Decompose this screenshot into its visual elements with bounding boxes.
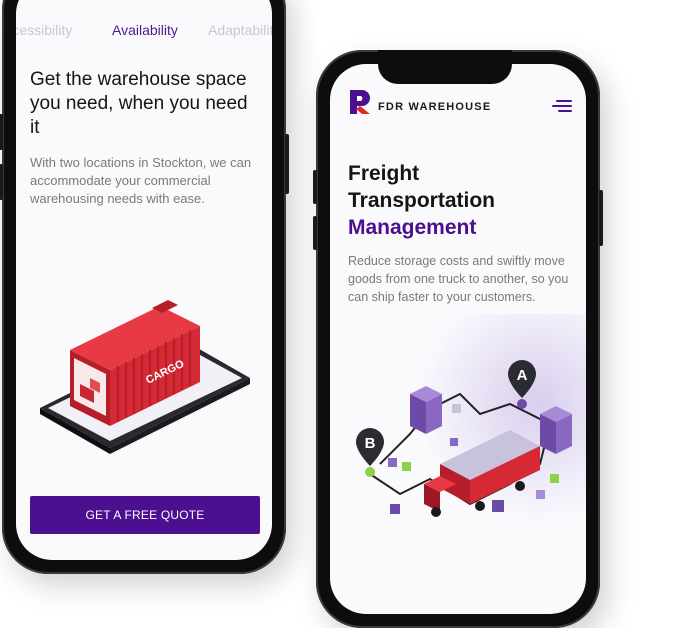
power-button <box>285 134 289 194</box>
tab-adaptability[interactable]: Adaptability <box>208 22 272 38</box>
power-button-right <box>599 190 603 246</box>
tab-availability[interactable]: Availability <box>112 22 178 38</box>
right-body-text: Reduce storage costs and swiftly move go… <box>348 254 569 304</box>
cargo-container-illustration: CARGO <box>40 300 250 454</box>
box-icon <box>550 474 559 483</box>
phone-left: Accessibility Availability Adaptability … <box>0 0 289 574</box>
warehouse-icon <box>410 386 442 434</box>
right-screen: FDR WAREHOUSE Freight Transportation Man… <box>330 64 586 614</box>
box-icon <box>390 504 400 514</box>
pin-a-icon: A <box>508 360 536 409</box>
box-icon <box>450 438 458 446</box>
warehouse-icon <box>540 406 572 454</box>
left-screen: Accessibility Availability Adaptability … <box>16 0 272 560</box>
volume-up-button <box>0 114 3 150</box>
right-notch <box>378 50 512 84</box>
left-body-text: With two locations in Stockton, we can a… <box>30 155 252 206</box>
volume-up-button-right <box>313 170 317 204</box>
phone-right: FDR WAREHOUSE Freight Transportation Man… <box>313 50 603 628</box>
box-icon <box>452 404 461 413</box>
heading-accent: Management <box>348 216 477 239</box>
heading-line-2: Transportation <box>348 189 496 212</box>
brand-name[interactable]: FDR WAREHOUSE <box>378 101 491 113</box>
feature-tabs: Accessibility Availability Adaptability <box>16 22 272 46</box>
pin-b-label: B <box>365 435 376 452</box>
logistics-route-illustration: A B <box>356 360 572 517</box>
get-free-quote-button[interactable]: GET A FREE QUOTE <box>30 496 260 534</box>
pin-a-label: A <box>517 367 528 384</box>
truck-icon <box>424 430 540 517</box>
fdr-logo-icon[interactable] <box>348 88 374 116</box>
tab-accessibility[interactable]: Accessibility <box>16 22 72 38</box>
box-icon <box>536 490 545 499</box>
volume-down-button-right <box>313 216 317 250</box>
hamburger-menu-icon[interactable] <box>552 98 572 114</box>
heading-line-1: Freight <box>348 162 420 185</box>
volume-down-button <box>0 164 3 200</box>
right-heading: Freight Transportation Management <box>348 160 578 241</box>
box-icon <box>402 462 411 471</box>
left-heading: Get the warehouse space you need, when y… <box>30 69 248 138</box>
pin-b-icon: B <box>356 428 384 477</box>
box-icon <box>388 458 397 467</box>
box-icon <box>492 500 504 512</box>
